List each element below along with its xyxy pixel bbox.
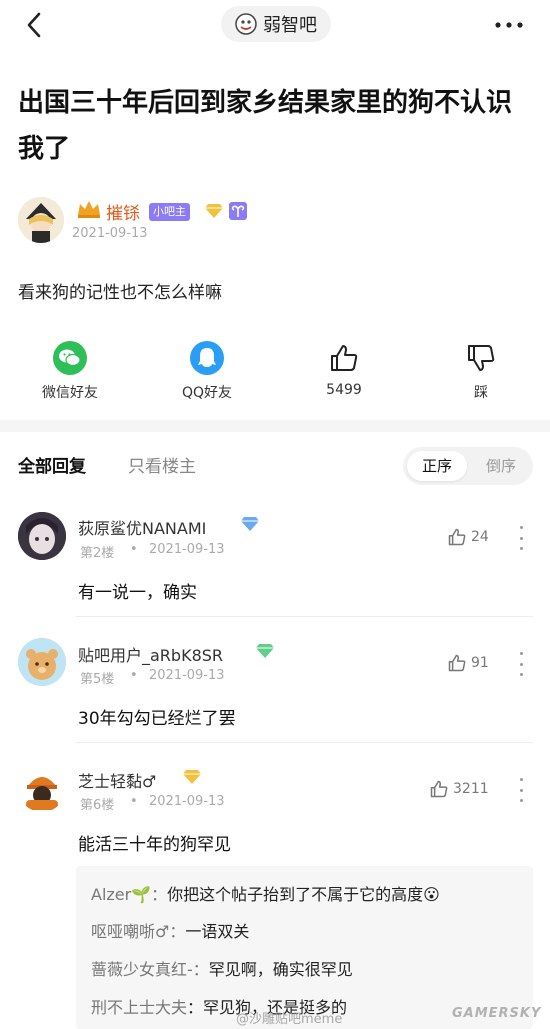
author-name[interactable]: 摧铩 (106, 199, 140, 224)
sort-ascending-button[interactable]: 正序 (407, 451, 467, 481)
back-button[interactable] (22, 10, 46, 40)
post-date: 2021-09-13 (72, 226, 148, 241)
sub-reply[interactable]: 呕哑嘲哳♂：一语双关 (91, 918, 249, 942)
comment-avatar[interactable] (18, 638, 66, 686)
share-qq-label: QQ好友 (181, 385, 233, 401)
share-wechat-label: 微信好友 (42, 385, 98, 401)
qq-icon (190, 341, 224, 375)
thumbs-down-icon (468, 345, 495, 371)
meta-separator: • (130, 794, 138, 809)
diamond-icon (241, 516, 259, 536)
section-divider (0, 420, 550, 432)
more-dots-icon (495, 22, 523, 28)
comment-like-button[interactable]: 3211 (429, 779, 489, 799)
sub-reply-text: 一语双关 (185, 922, 250, 941)
comment-author[interactable]: 贴吧用户_aRbK8SR (78, 642, 223, 666)
meta-separator: • (130, 542, 138, 557)
sort-descending-button[interactable]: 倒序 (472, 451, 530, 481)
sub-reply-author[interactable]: 刑不上士大夫 (91, 998, 187, 1017)
forum-name: 弱智吧 (263, 15, 317, 36)
comment-date: 2021-09-13 (149, 542, 225, 557)
sub-reply-author[interactable]: 呕哑嘲哳♂： (91, 922, 185, 941)
comment-menu-button[interactable] (515, 778, 527, 802)
moderator-badge: 小吧主 (149, 203, 190, 221)
thumbs-up-icon (331, 345, 358, 371)
thumbs-up-icon (448, 528, 466, 546)
comment-text: 有一说一，确实 (78, 583, 197, 603)
sub-reply-author[interactable]: 蔷薇少女真红-： (91, 960, 209, 979)
comment-menu-button[interactable] (515, 526, 527, 550)
more-options-button[interactable] (492, 10, 526, 40)
comment-floor: 第2楼 (80, 546, 115, 561)
sub-reply-author[interactable]: Alzer🌱： (91, 885, 167, 904)
post-body: 看来狗的记性也不怎么样嘛 (18, 283, 222, 303)
comment-avatar[interactable] (18, 764, 66, 812)
aries-sign-icon (229, 202, 247, 224)
comment-divider (76, 616, 533, 617)
site-watermark: GAMERSKY (452, 1006, 542, 1021)
weibo-watermark: @沙雕贴吧meme (236, 1012, 343, 1027)
diamond-icon (183, 769, 201, 789)
wechat-icon (53, 341, 87, 375)
like-post-button[interactable]: 5499 (294, 340, 394, 398)
author-avatar[interactable] (18, 197, 64, 243)
comment-like-button[interactable]: 24 (447, 527, 489, 547)
chevron-left-icon (27, 12, 41, 38)
meta-separator: • (130, 668, 138, 683)
comment-avatar[interactable] (18, 512, 66, 560)
sub-reply-text: 罕见啊，确实很罕见 (208, 960, 353, 979)
comment-divider (76, 742, 533, 743)
diamond-icon (256, 643, 274, 663)
sub-reply[interactable]: Alzer🌱：你把这个帖子抬到了不属于它的高度😮 (91, 881, 440, 905)
thumbs-up-icon (430, 780, 448, 798)
comment-like-button[interactable]: 91 (447, 653, 489, 673)
dislike-post-button[interactable]: 踩 (431, 340, 531, 402)
dislike-label: 踩 (474, 385, 488, 401)
like-count: 5499 (326, 382, 362, 398)
tab-op-only[interactable]: 只看楼主 (128, 452, 196, 477)
sub-reply-text: 你把这个帖子抬到了不属于它的高度😮 (167, 885, 440, 904)
post-title: 出国三十年后回到家乡结果家里的狗不认识我了 (18, 88, 513, 164)
share-qq-button[interactable]: QQ好友 (157, 340, 257, 402)
comment-floor: 第5楼 (80, 672, 115, 687)
avatar-illustration (18, 197, 64, 243)
comment-date: 2021-09-13 (149, 668, 225, 683)
crown-icon (76, 199, 102, 223)
sub-reply[interactable]: 蔷薇少女真红-：罕见啊，确实很罕见 (91, 956, 353, 980)
diamond-icon (205, 203, 223, 223)
forum-logo-icon (235, 13, 257, 35)
comment-text: 能活三十年的狗罕见 (78, 835, 231, 855)
share-wechat-button[interactable]: 微信好友 (20, 340, 120, 402)
tab-all-replies[interactable]: 全部回复 (18, 452, 86, 477)
comment-date: 2021-09-13 (149, 794, 225, 809)
comment-author[interactable]: 芝士轻黏♂ (78, 768, 156, 792)
avatar-illustration (18, 512, 66, 560)
avatar-illustration (18, 764, 66, 812)
comment-menu-button[interactable] (515, 652, 527, 676)
comment-floor: 第6楼 (80, 798, 115, 813)
comment-author[interactable]: 荻原鲨优NANAMI (78, 515, 206, 539)
comment-like-count: 91 (471, 655, 489, 671)
avatar-illustration (18, 638, 66, 686)
forum-name-pill[interactable]: 弱智吧 (221, 6, 331, 42)
comment-like-count: 24 (471, 529, 489, 545)
comment-text: 30年勾勾已经烂了罢 (78, 709, 236, 729)
comment-like-count: 3211 (453, 781, 489, 797)
thumbs-up-icon (448, 654, 466, 672)
